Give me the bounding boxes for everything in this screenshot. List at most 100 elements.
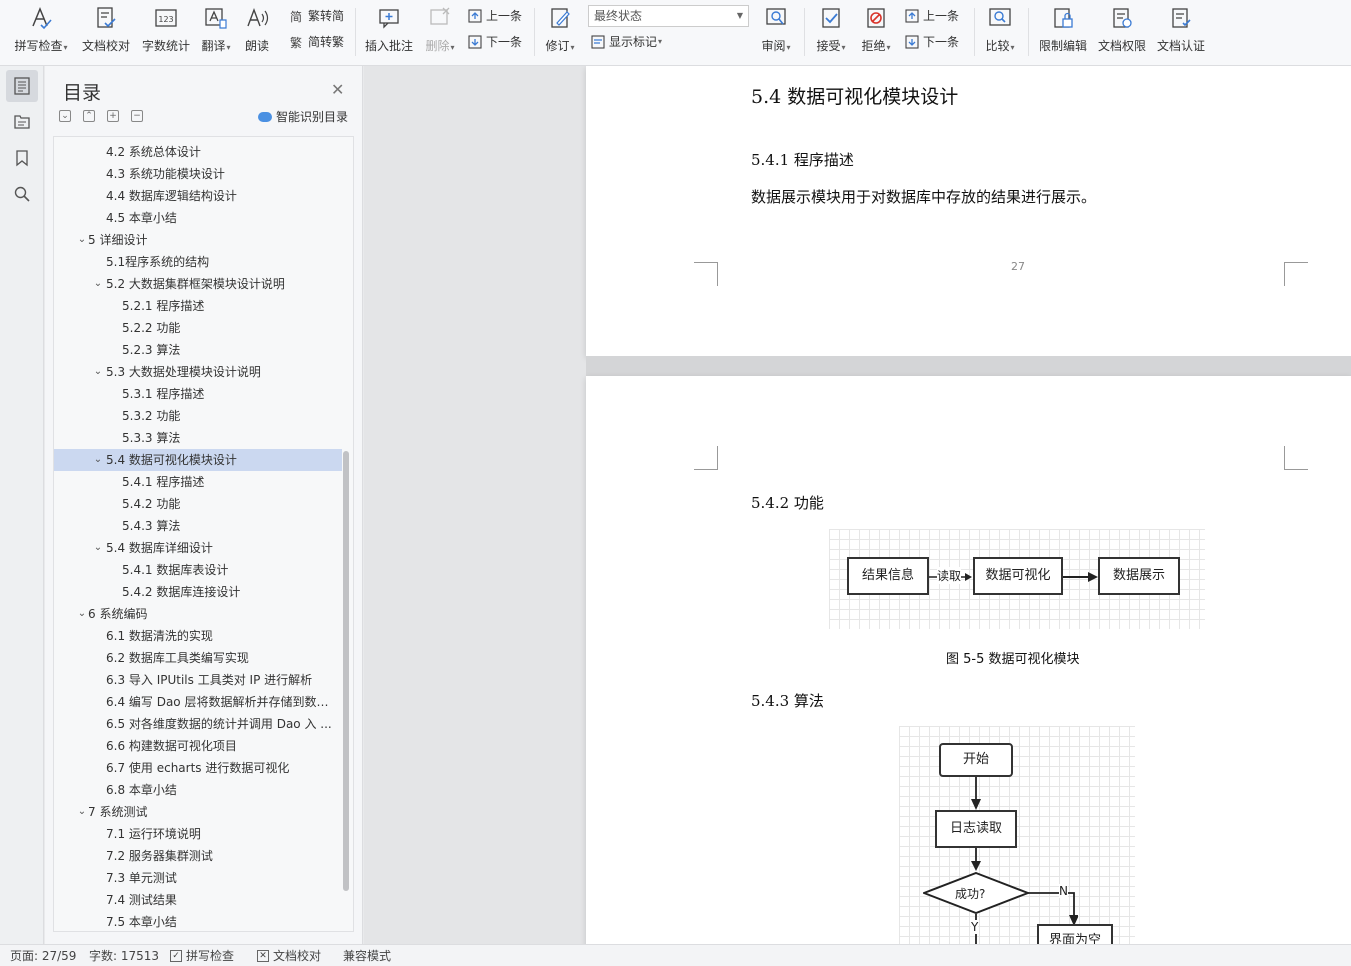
spell-check-button[interactable]: 拼写检查▾ [12, 4, 70, 58]
next-comment-button[interactable]: 下一条 [467, 31, 522, 53]
toc-item-label: 5.4.1 程序描述 [122, 475, 205, 489]
toc-item[interactable]: 6.6 构建数据可视化项目 [54, 735, 342, 757]
chevron-down-icon[interactable]: ⌄ [92, 449, 104, 471]
toc-item[interactable]: ⌄ 5 详细设计 [54, 229, 342, 251]
toc-item[interactable]: 5.3.1 程序描述 [54, 383, 342, 405]
toc-item[interactable]: 6.1 数据清洗的实现 [54, 625, 342, 647]
toc-item[interactable]: ⌄ 5.2 大数据集群框架模块设计说明 [54, 273, 342, 295]
show-markup-button[interactable]: 显示标记 ▾ [590, 31, 662, 53]
document-area[interactable]: 5.4 数据可视化模块设计 5.4.1 程序描述 数据展示模块用于对数据库中存放… [364, 66, 1351, 944]
doc-certify-button[interactable]: 文档认证 [1156, 4, 1206, 58]
toc-item[interactable]: 6.2 数据库工具类编写实现 [54, 647, 342, 669]
expand-up-icon[interactable]: ⌃ [83, 110, 95, 122]
toc-item[interactable]: ⌄ 7 系统测试 [54, 801, 342, 823]
toc-scrollbar[interactable] [343, 451, 349, 891]
accept-button[interactable]: 接受▾ [813, 4, 849, 58]
toc-item[interactable]: ⌄ 5.3 大数据处理模块设计说明 [54, 361, 342, 383]
delete-comment-button[interactable]: 删除▾ [422, 4, 458, 58]
revise-button[interactable]: 修订▾ [542, 4, 578, 58]
toc-item-label: 6.3 导入 IPUtils 工具类对 IP 进行解析 [106, 673, 313, 687]
toc-panel-button[interactable] [6, 70, 38, 102]
toc-item[interactable]: 5.2.2 功能 [54, 317, 342, 339]
toc-item[interactable]: 5.2.1 程序描述 [54, 295, 342, 317]
toc-item[interactable]: ⌄ 6 系统编码 [54, 603, 342, 625]
arrow-icon [971, 848, 981, 871]
toc-item[interactable]: 4.3 系统功能模块设计 [54, 163, 342, 185]
toc-item-label: 5.2.1 程序描述 [122, 299, 205, 313]
ribbon-separator [1028, 8, 1029, 56]
translate-button[interactable]: 翻译▾ [198, 4, 234, 58]
ribbon-separator [534, 8, 535, 56]
doc-proofread-button[interactable]: 文档校对 [80, 4, 132, 58]
chevron-down-icon[interactable]: ⌄ [92, 273, 104, 295]
revision-state-select[interactable]: 最终状态 ▼ [588, 5, 749, 27]
toc-item[interactable]: 6.5 对各维度数据的统计并调用 Dao 入 ... [54, 713, 342, 735]
status-doc-proofread[interactable]: ✕ 文档校对 [257, 948, 321, 964]
chevron-down-icon[interactable]: ⌄ [76, 603, 88, 625]
toc-item[interactable]: 5.4.2 功能 [54, 493, 342, 515]
chevron-down-icon[interactable]: ⌄ [92, 537, 104, 559]
toc-item-label: 6.6 构建数据可视化项目 [106, 739, 237, 753]
arrow-icon [971, 777, 981, 810]
next-change-button[interactable]: 下一条 [904, 31, 959, 53]
toc-item[interactable]: 6.7 使用 echarts 进行数据可视化 [54, 757, 342, 779]
status-spell-check[interactable]: ✓ 拼写检查 [170, 948, 234, 964]
toc-item[interactable]: 5.2.3 算法 [54, 339, 342, 361]
toc-item[interactable]: ⌄ 5.4 数据可视化模块设计 [54, 449, 342, 471]
review-button[interactable]: 审阅▾ [758, 4, 794, 58]
toc-item[interactable]: 7.2 服务器集群测试 [54, 845, 342, 867]
read-aloud-button[interactable]: 朗读 [242, 4, 272, 58]
toc-item[interactable]: 7.1 运行环境说明 [54, 823, 342, 845]
toc-item[interactable]: 5.4.2 数据库连接设计 [54, 581, 342, 603]
toc-item[interactable]: 4.4 数据库逻辑结构设计 [54, 185, 342, 207]
toc-item[interactable]: 5.3.3 算法 [54, 427, 342, 449]
prev-comment-button[interactable]: 上一条 [467, 5, 522, 27]
chevron-down-icon[interactable]: ⌄ [76, 229, 88, 251]
compare-button[interactable]: 比较▾ [982, 4, 1018, 58]
search-button[interactable] [6, 178, 38, 210]
toc-item[interactable]: 6.3 导入 IPUtils 工具类对 IP 进行解析 [54, 669, 342, 691]
toc-item[interactable]: 5.4.1 数据库表设计 [54, 559, 342, 581]
simp-to-trad-button[interactable]: 繁 简转繁 [289, 31, 344, 53]
toc-item[interactable]: 7.4 测试结果 [54, 889, 342, 911]
toc-item-label: 7.4 测试结果 [106, 893, 177, 907]
toc-item[interactable]: 5.4.3 算法 [54, 515, 342, 537]
flow-box-display: 数据展示 [1098, 557, 1180, 595]
bookmark-button[interactable] [6, 142, 38, 174]
toc-item[interactable]: 6.4 编写 Dao 层将数据解析并存储到数据 ... [54, 691, 342, 713]
toc-item[interactable]: 7.3 单元测试 [54, 867, 342, 889]
prev-change-button[interactable]: 上一条 [904, 5, 959, 27]
toc-item[interactable]: 4.2 系统总体设计 [54, 141, 342, 163]
chevron-down-icon[interactable]: ⌄ [76, 801, 88, 823]
reject-button[interactable]: 拒绝▾ [858, 4, 894, 58]
word-count-button[interactable]: 123 字数统计 [140, 4, 192, 58]
page-28: 5.4.2 功能 结果信息 读取 数据可视化 数据展示 图 5-5 数据可视化模… [586, 376, 1351, 944]
toc-item-label: 5.4.1 数据库表设计 [122, 563, 229, 577]
toc-item[interactable]: 4.5 本章小结 [54, 207, 342, 229]
status-page[interactable]: 页面: 27/59 [10, 948, 76, 964]
toc-item[interactable]: ⌄ 5.4 数据库详细设计 [54, 537, 342, 559]
ribbon-separator [355, 8, 356, 56]
toc-item[interactable]: 5.3.2 功能 [54, 405, 342, 427]
doc-permission-button[interactable]: 文档权限 [1096, 4, 1148, 58]
subheading-541: 5.4.1 程序描述 [751, 151, 854, 169]
restrict-edit-button[interactable]: 限制编辑 [1036, 4, 1090, 58]
insert-comment-button[interactable]: 插入批注 [364, 4, 414, 58]
plus-icon[interactable]: + [107, 110, 119, 122]
toc-item[interactable]: 7.5 本章小结 [54, 911, 342, 931]
navigation-button[interactable] [6, 106, 38, 138]
status-word-count[interactable]: 字数: 17513 [89, 948, 159, 964]
toc-item-label: 5.1程序系统的结构 [106, 255, 210, 269]
toc-item[interactable]: 5.1程序系统的结构 [54, 251, 342, 273]
toc-tree: 4.2 系统总体设计 4.3 系统功能模块设计 4.4 数据库逻辑结构设计 4.5 本… [53, 136, 354, 932]
trad-to-simp-button[interactable]: 简 繁转简 [289, 5, 344, 27]
close-icon[interactable]: ✕ [331, 80, 344, 99]
collapse-all-icon[interactable]: ⌄ [59, 110, 71, 122]
toc-item-label: 5 详细设计 [88, 233, 148, 247]
minus-icon[interactable]: − [131, 110, 143, 122]
chevron-down-icon[interactable]: ⌄ [92, 361, 104, 383]
smart-toc-button[interactable]: 智能识别目录 [258, 108, 348, 125]
toc-item[interactable]: 6.8 本章小结 [54, 779, 342, 801]
toc-item[interactable]: 5.4.1 程序描述 [54, 471, 342, 493]
toc-list: 4.2 系统总体设计 4.3 系统功能模块设计 4.4 数据库逻辑结构设计 4.5 本… [54, 141, 342, 931]
